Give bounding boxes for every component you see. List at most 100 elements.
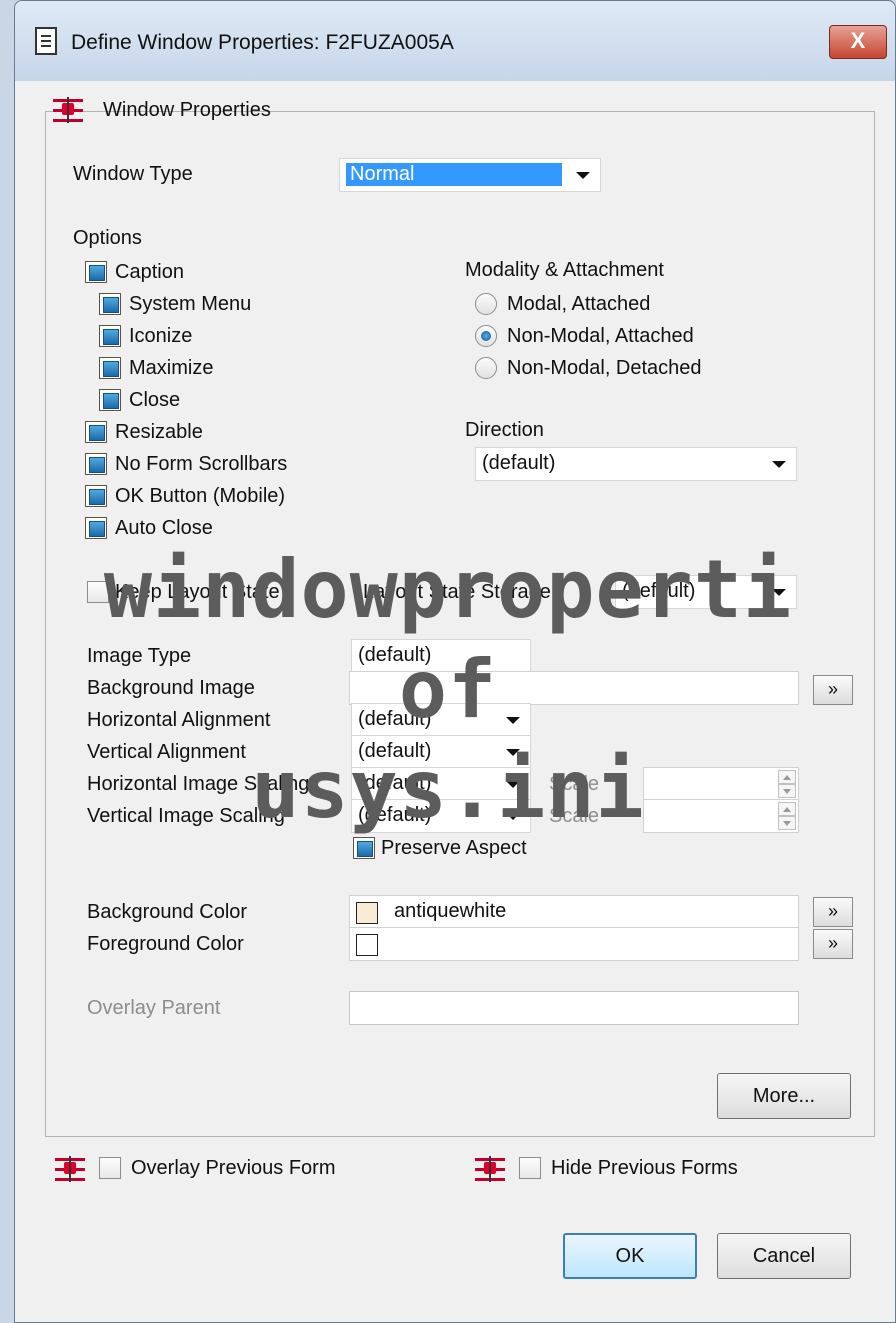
more-button[interactable]: More... [717,1073,851,1119]
resizable-checkbox[interactable] [85,421,107,443]
image-type-select[interactable]: (default) [351,639,531,673]
modal-attached-label: Modal, Attached [507,293,651,315]
non-modal-attached-radio[interactable] [475,325,497,347]
maximize-checkbox[interactable] [99,357,121,379]
vertical-scale-spinner[interactable] [643,799,799,833]
keep-layout-state-label: Keep Layout State [115,581,280,603]
auto-close-label: Auto Close [115,517,213,539]
spin-down-icon[interactable] [778,816,796,830]
foreground-color-browse-button[interactable]: » [813,929,853,959]
resizable-label: Resizable [115,421,203,443]
foreground-color-label: Foreground Color [87,933,244,955]
horizontal-scale-label: Scale [549,773,600,795]
layout-state-storage-label: Layout State Storage [363,581,551,603]
non-modal-attached-label: Non-Modal, Attached [507,325,694,347]
window-type-value: Normal [346,163,562,186]
horizontal-scale-spinner[interactable] [643,767,799,801]
preserve-aspect-checkbox[interactable] [353,837,375,859]
vertical-alignment-value: (default) [358,740,432,762]
iconize-label: Iconize [129,325,193,347]
spin-up-icon[interactable] [778,770,796,784]
overlay-parent-input[interactable] [349,991,799,1025]
background-color-browse-button[interactable]: » [813,897,853,927]
non-modal-detached-radio[interactable] [475,357,497,379]
hide-previous-forms-label: Hide Previous Forms [551,1157,738,1179]
horizontal-image-scaling-value: (default) [358,772,432,794]
non-modal-detached-label: Non-Modal, Detached [507,357,702,379]
vertical-alignment-label: Vertical Alignment [87,741,246,763]
direction-select[interactable]: (default) [475,447,797,481]
system-menu-checkbox[interactable] [99,293,121,315]
keep-layout-state-checkbox[interactable] [87,581,109,603]
vertical-alignment-select[interactable]: (default) [351,735,531,769]
vertical-image-scaling-value: (default) [358,804,432,826]
close-checkbox[interactable] [99,389,121,411]
chevron-down-icon [506,813,520,820]
background-image-browse-button[interactable]: » [813,675,853,705]
horizontal-image-scaling-label: Horizontal Image Scaling [87,773,310,795]
group-legend-label: Window Properties [103,99,271,121]
vertical-image-scaling-label: Vertical Image Scaling [87,805,285,827]
window-title: Define Window Properties: F2FUZA005A [71,31,454,54]
ok-button-mobile-label: OK Button (Mobile) [115,485,286,507]
dialog-client: Window Properties Window Type Normal Opt… [15,81,895,1322]
horizontal-alignment-value: (default) [358,708,432,730]
chevron-down-icon [506,781,520,788]
direction-value: (default) [482,452,556,474]
flag-icon [55,1156,85,1182]
cancel-button[interactable]: Cancel [717,1233,851,1279]
ok-button-mobile-checkbox[interactable] [85,485,107,507]
chevron-down-icon [506,717,520,724]
vertical-scale-label: Scale [549,805,600,827]
background-color-label: Background Color [87,901,248,923]
preserve-aspect-label: Preserve Aspect [381,837,527,859]
chevron-down-icon [772,589,786,596]
no-form-scrollbars-checkbox[interactable] [85,453,107,475]
window-type-label: Window Type [73,163,193,185]
title-bar[interactable]: Define Window Properties: F2FUZA005A X [15,1,895,81]
overlay-parent-label: Overlay Parent [87,997,221,1019]
caption-label: Caption [115,261,184,283]
overlay-previous-form-label: Overlay Previous Form [131,1157,336,1179]
flag-icon [53,97,83,123]
chevron-down-icon [506,749,520,756]
horizontal-image-scaling-select[interactable]: (default) [351,767,531,801]
auto-close-checkbox[interactable] [85,517,107,539]
window-type-select[interactable]: Normal [339,158,601,192]
dialog-window: Define Window Properties: F2FUZA005A X W… [14,0,896,1323]
modal-attached-radio[interactable] [475,293,497,315]
modality-label: Modality & Attachment [465,259,664,281]
background-image-label: Background Image [87,677,255,699]
no-form-scrollbars-label: No Form Scrollbars [115,453,288,475]
image-type-value: (default) [358,644,432,666]
flag-icon [475,1156,505,1182]
background-color-swatch [356,902,378,924]
layout-state-storage-value: (default) [622,580,696,602]
spin-up-icon[interactable] [778,802,796,816]
background-image-input[interactable] [349,671,799,705]
hide-previous-forms-checkbox[interactable] [519,1157,541,1179]
system-menu-label: System Menu [129,293,252,315]
image-type-label: Image Type [87,645,192,667]
options-label: Options [73,227,142,249]
layout-state-storage-select[interactable]: (default) [615,575,797,609]
chevron-down-icon [772,461,786,468]
overlay-previous-form-checkbox[interactable] [99,1157,121,1179]
document-icon [35,27,57,55]
direction-label: Direction [465,419,544,441]
close-label: Close [129,389,181,411]
horizontal-alignment-label: Horizontal Alignment [87,709,271,731]
background-color-input[interactable]: antiquewhite [349,895,799,929]
close-button[interactable]: X [829,25,887,59]
chevron-down-icon [576,172,590,179]
spin-down-icon[interactable] [778,784,796,798]
iconize-checkbox[interactable] [99,325,121,347]
foreground-color-swatch [356,934,378,956]
ok-button[interactable]: OK [563,1233,697,1279]
background-color-value: antiquewhite [394,900,507,922]
caption-checkbox[interactable] [85,261,107,283]
foreground-color-input[interactable] [349,927,799,961]
vertical-image-scaling-select[interactable]: (default) [351,799,531,833]
maximize-label: Maximize [129,357,214,379]
horizontal-alignment-select[interactable]: (default) [351,703,531,737]
